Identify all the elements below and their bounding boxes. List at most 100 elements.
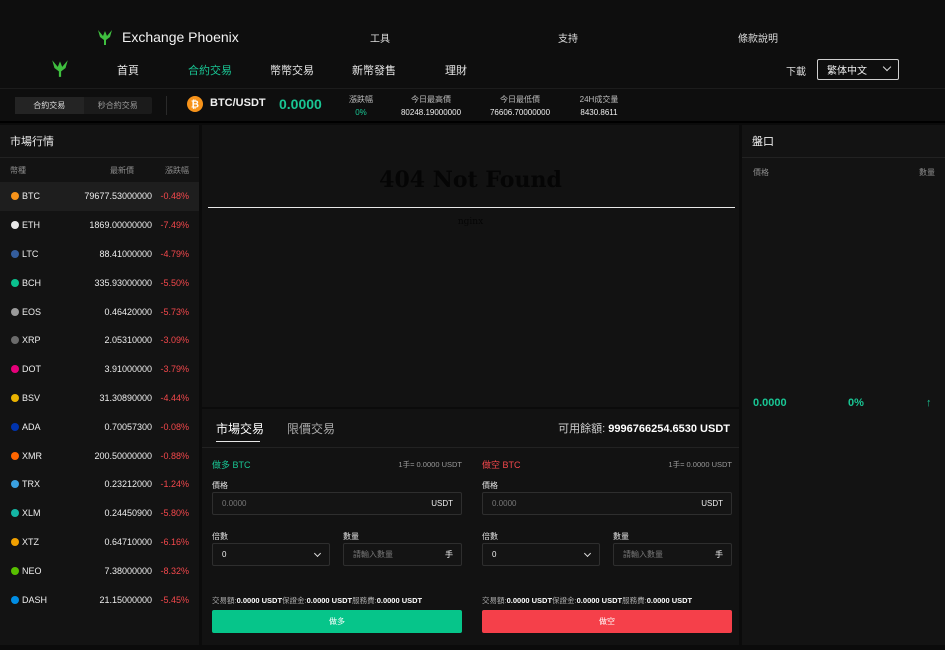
stat-value: 0%: [355, 108, 367, 117]
coin-icon: [11, 595, 19, 604]
buy-qty-input[interactable]: 請輸入數量 手: [343, 543, 462, 566]
tab-contract[interactable]: 合約交易: [15, 97, 84, 114]
sell-price-placeholder: 0.0000: [492, 499, 517, 508]
orderbook-mid-change: 0%: [848, 397, 864, 409]
sell-price-input[interactable]: 0.0000 USDT: [482, 492, 732, 515]
market-title: 市場行情: [0, 125, 199, 158]
coin-icon: [11, 509, 19, 518]
arrow-up-icon: ↑: [926, 397, 932, 409]
market-row-bsv[interactable]: BSV 31.30890000 -4.44%: [0, 384, 199, 413]
coin-symbol: NEO: [22, 565, 42, 576]
coin-change: -5.50%: [160, 277, 189, 288]
market-row-dash[interactable]: DASH 21.15000000 -5.45%: [0, 585, 199, 614]
coin-symbol: ADA: [22, 421, 41, 432]
coin-price: 0.70057300: [104, 421, 152, 432]
coin-symbol: DASH: [22, 594, 48, 605]
sell-qty-placeholder: 請輸入數量: [623, 550, 663, 559]
top-link-terms[interactable]: 條款說明: [738, 30, 778, 45]
market-row-bch[interactable]: BCH 335.93000000 -5.50%: [0, 268, 199, 297]
market-row-xtz[interactable]: XTZ 0.64710000 -6.16%: [0, 528, 199, 557]
market-row-dot[interactable]: DOT 3.91000000 -3.79%: [0, 355, 199, 384]
buy-price-placeholder: 0.0000: [222, 499, 247, 508]
coin-symbol: EOS: [22, 306, 42, 317]
fee-value: 0.0000 USDT: [376, 596, 423, 605]
coin-change: -3.79%: [160, 364, 189, 375]
coin-price: 21.15000000: [99, 594, 152, 605]
buy-leverage-select[interactable]: 0: [212, 543, 330, 566]
sell-side-label: 做空 BTC: [482, 460, 521, 470]
market-row-ada[interactable]: ADA 0.70057300 -0.08%: [0, 412, 199, 441]
coin-symbol: BCH: [22, 277, 42, 288]
nav-spot[interactable]: 幣幣交易: [270, 62, 314, 78]
top-header: Exchange Phoenix 工具 支持 條款說明 首頁 合約交易 幣幣交易…: [0, 0, 945, 88]
market-row-xrp[interactable]: XRP 2.05310000 -3.09%: [0, 326, 199, 355]
tab-market-order[interactable]: 市場交易: [216, 420, 264, 437]
long-button[interactable]: 做多: [212, 610, 462, 633]
coin-change: -0.08%: [160, 421, 189, 432]
market-row-eos[interactable]: EOS 0.46420000 -5.73%: [0, 297, 199, 326]
market-row-btc[interactable]: BTC 79677.53000000 -0.48%: [0, 182, 199, 211]
market-row-trx[interactable]: TRX 0.23212000 -1.24%: [0, 470, 199, 499]
small-logo[interactable]: [50, 58, 70, 83]
orderbook-mid-price: 0.0000: [753, 397, 787, 409]
sell-leverage-select[interactable]: 0: [482, 543, 600, 566]
coin-icon: [11, 480, 19, 489]
coin-symbol: BTC: [22, 191, 40, 202]
phoenix-logo-icon: [98, 30, 112, 45]
total-value: 0.0000 USDT: [506, 596, 553, 605]
buy-qty-label: 數量: [343, 532, 359, 541]
col-price: 最新價: [110, 165, 134, 175]
market-row-xmr[interactable]: XMR 200.50000000 -0.88%: [0, 441, 199, 470]
buy-leverage-label: 倍數: [212, 532, 228, 541]
sell-price-label: 價格: [482, 481, 498, 490]
tab-limit-order[interactable]: 限價交易: [287, 420, 335, 437]
total-label: 交易額:: [482, 596, 507, 605]
pair-name[interactable]: BTC/USDT: [210, 97, 266, 109]
bitcoin-icon: ₿: [187, 96, 203, 112]
coin-symbol: ETH: [22, 220, 40, 231]
available-balance: 可用餘額: 9996766254.6530 USDT: [558, 420, 730, 436]
market-row-ltc[interactable]: LTC 88.41000000 -4.79%: [0, 240, 199, 269]
tab-second-contract[interactable]: 秒合約交易: [84, 97, 153, 114]
nav-home[interactable]: 首頁: [117, 62, 139, 78]
chart-area: 404 Not Found nginx: [202, 125, 739, 407]
nav-new-coin[interactable]: 新幣發售: [352, 62, 396, 78]
coin-symbol: XTZ: [22, 536, 39, 547]
coin-change: -8.32%: [160, 565, 189, 576]
total-value: 0.0000 USDT: [236, 596, 283, 605]
buy-qty-suffix: 手: [445, 550, 453, 559]
orderbook-panel: 盤口 價格 數量 0.0000 0% ↑: [742, 125, 945, 645]
coin-symbol: BSV: [22, 392, 41, 403]
nav-finance[interactable]: 理財: [445, 62, 467, 78]
sell-qty-input[interactable]: 請輸入數量 手: [613, 543, 732, 566]
margin-label: 保證金:: [552, 596, 577, 605]
coin-change: -3.09%: [160, 335, 189, 346]
sell-unit-info: 1手= 0.0000 USDT: [668, 460, 732, 469]
market-row-xlm[interactable]: XLM 0.24450900 -5.80%: [0, 499, 199, 528]
top-link-support[interactable]: 支持: [558, 30, 578, 45]
coin-icon: [11, 336, 19, 345]
coin-symbol: XLM: [22, 508, 41, 519]
market-row-neo[interactable]: NEO 7.38000000 -8.32%: [0, 556, 199, 585]
stat-value: 76606.70000000: [489, 108, 551, 117]
coin-icon: [11, 393, 19, 402]
fee-label: 服務費:: [352, 596, 377, 605]
language-value: 繁体中文: [827, 66, 867, 77]
buy-price-input[interactable]: 0.0000 USDT: [212, 492, 462, 515]
coin-symbol: XMR: [22, 450, 42, 461]
language-select[interactable]: 繁体中文: [817, 59, 899, 80]
coin-price: 79677.53000000: [84, 191, 152, 202]
coin-icon: [11, 365, 19, 374]
brand-logo[interactable]: Exchange Phoenix: [96, 28, 239, 46]
total-label: 交易額:: [212, 596, 237, 605]
coin-symbol: XRP: [22, 335, 41, 346]
market-row-eth[interactable]: ETH 1869.00000000 -7.49%: [0, 211, 199, 240]
short-button[interactable]: 做空: [482, 610, 732, 633]
order-panel: 市場交易 限價交易 可用餘額: 9996766254.6530 USDT 做多 …: [202, 409, 739, 645]
nav-contract[interactable]: 合約交易: [188, 62, 232, 78]
coin-icon: [11, 537, 19, 546]
top-link-tools[interactable]: 工具: [370, 30, 390, 45]
sell-qty-label: 數量: [613, 532, 629, 541]
coin-icon: [11, 566, 19, 575]
download-link[interactable]: 下載: [786, 63, 806, 78]
